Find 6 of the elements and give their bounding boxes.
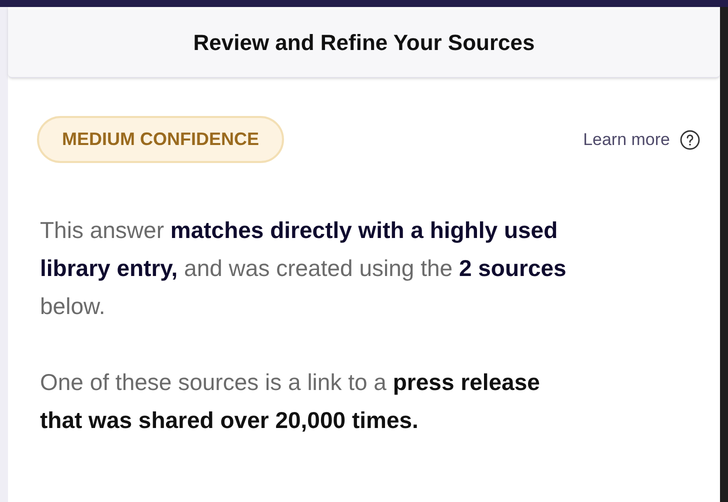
dialog-title: Review and Refine Your Sources xyxy=(193,28,535,56)
description-paragraph: This answer matches directly with a highly used library entry, and was created using the 2 sources below. xyxy=(40,216,568,321)
learn-more-link[interactable]: Learn more xyxy=(583,126,700,152)
confidence-badge: MEDIUM CONFIDENCE xyxy=(37,116,284,163)
description-paragraph: One of these sources is a link to a press release that was shared over 20,000 times. xyxy=(40,368,541,435)
help-icon xyxy=(680,130,700,150)
